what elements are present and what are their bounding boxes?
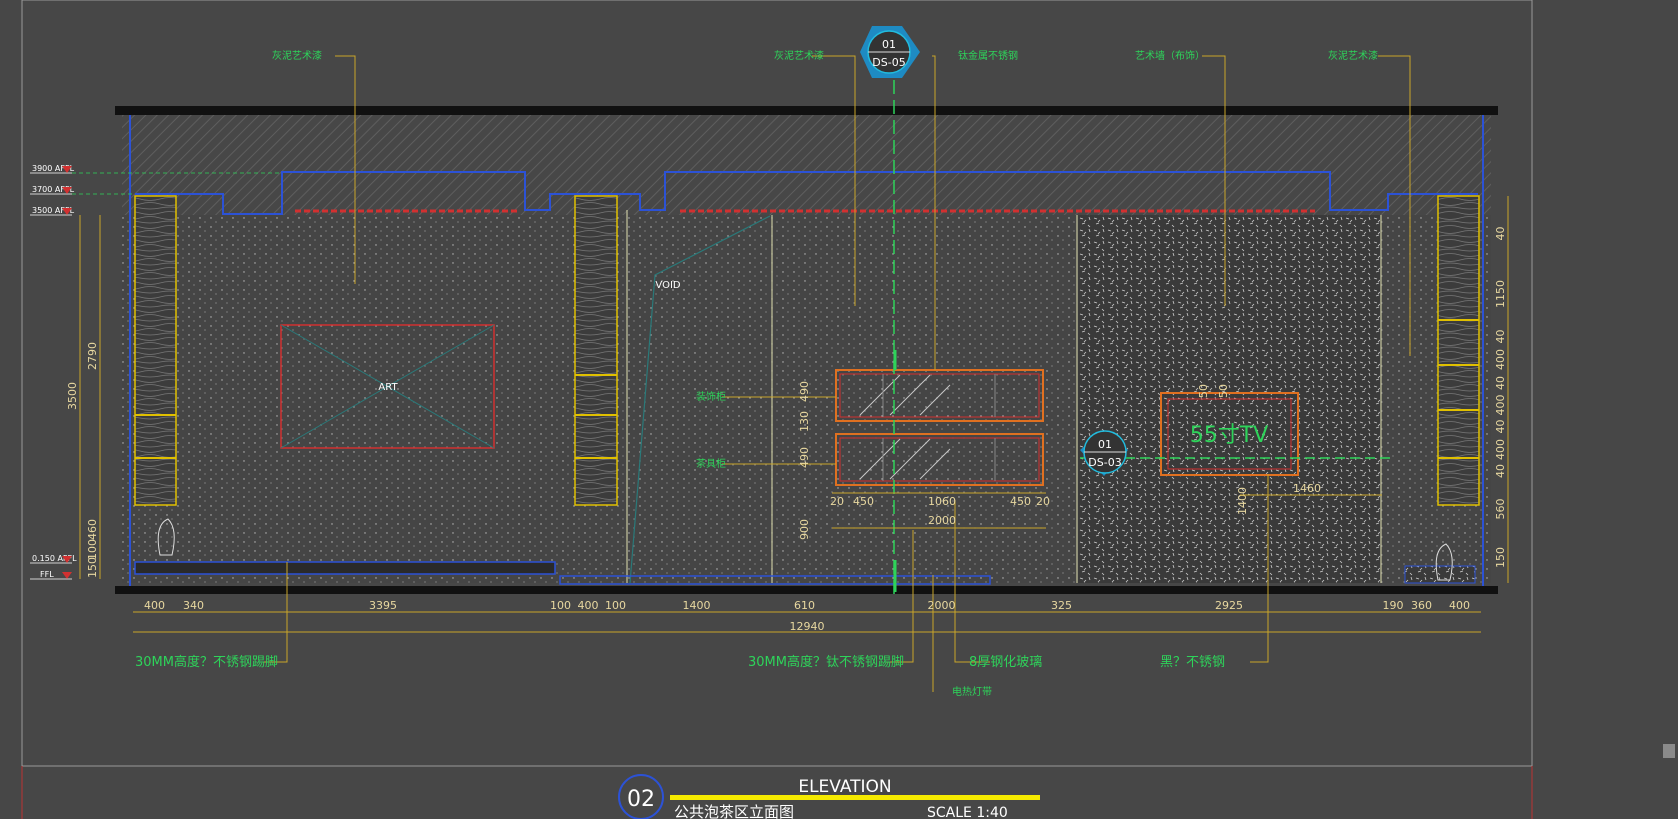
bottom-callout-2: 30MM高度？钛不锈钢踢脚 [748,654,904,670]
cabinet-dim-4: 900 [798,519,811,540]
bottom-dim-10: 325 [1051,599,1072,612]
bottom-dim-14: 400 [1449,599,1470,612]
right-dim-7: 40 [1494,420,1507,434]
bottom-callout-3: 8厚钢化玻璃 [969,655,1042,670]
ceiling-hatch [122,115,1491,215]
ceiling-slab [115,106,1498,115]
elevation-drawing: 01 DS-05 01 DS-03 ART VOID 55寸TV 灰泥艺术漆 灰… [21,0,1533,819]
section-b-ref: DS-03 [1088,456,1121,469]
left-dim-1: 3500 [66,382,79,410]
bottom-callout-5: 电热灯带 [952,685,992,698]
cabinet-dim-3: 490 [798,447,811,468]
bottom-dim-6: 100 [605,599,626,612]
right-dim-8: 400 [1494,439,1507,460]
tv-dim-2: 50 [1217,384,1230,398]
bottom-callout-1: 30MM高度？不锈钢踢脚 [135,654,278,670]
scrollbar-thumb[interactable] [1663,744,1675,758]
cabinet-dim-2: 130 [798,411,811,432]
section-marker-a: 01 DS-05 [860,26,920,78]
bottom-callout-4: 黑？不锈钢 [1160,655,1225,670]
cabinet-dim-8: 450 [1010,495,1031,508]
drawing-title-cn: 公共泡茶区立面图 [674,803,794,819]
cabinet-dim-10: 2000 [928,514,956,527]
right-dim-11: 150 [1494,547,1507,568]
left-dim-2: 2790 [86,342,99,370]
right-dim-9: 40 [1494,464,1507,478]
bottom-dim-5: 400 [578,599,599,612]
bottom-dim-12: 190 [1383,599,1404,612]
drawing-scale: SCALE 1:40 [927,805,1008,819]
cabinet-dim-7: 1060 [928,495,956,508]
top-callout-1: 灰泥艺术漆 [272,49,322,62]
tv-dim-1: 50 [1197,384,1210,398]
bottom-dim-3: 3395 [369,599,397,612]
vertical-scrollbar[interactable] [1660,0,1678,819]
right-dim-1: 40 [1494,227,1507,241]
section-a-ref: DS-05 [872,56,905,69]
right-dim-4: 400 [1494,349,1507,370]
cabinet-dim-9: 20 [1036,495,1050,508]
void-label: VOID [655,280,680,291]
cabinet-dim-5: 20 [830,495,844,508]
cabinet-dim-1: 490 [798,381,811,402]
bottom-dim-4: 100 [550,599,571,612]
cabinet-callout-1: 装饰柜 [696,390,726,403]
tv-dim-4: 1400 [1236,487,1249,515]
left-dim-5: 150 [86,557,99,578]
top-callout-5: 灰泥艺术漆 [1328,49,1378,62]
right-dim-3: 40 [1494,330,1507,344]
level-4: 0.150 AFFL [32,554,77,563]
right-dim-5: 40 [1494,376,1507,390]
cabinet-callout-2: 茶具柜 [696,457,726,470]
bottom-dim-9: 2000 [928,599,956,612]
section-b-number: 01 [1098,438,1112,451]
cabinet-dim-6: 450 [853,495,874,508]
bottom-dim-2: 340 [183,599,204,612]
right-dim-6: 400 [1494,395,1507,416]
bottom-dim-11: 2925 [1215,599,1243,612]
art-label: ART [378,382,398,393]
top-callout-3: 钛金属不锈钢 [958,49,1018,62]
floor-slab [115,586,1498,594]
left-dim-4: 100 [86,539,99,560]
top-callout-2: 灰泥艺术漆 [774,49,824,62]
bottom-dim-8: 610 [794,599,815,612]
drawing-number: 02 [627,787,655,812]
total-dimension: 12940 [790,620,825,633]
top-callout-4: 艺术墙（布饰） [1135,49,1205,62]
drawing-title-en: ELEVATION [798,777,891,797]
bottom-dim-13: 360 [1411,599,1432,612]
tv-dim-3: 1460 [1293,482,1321,495]
bottom-dim-7: 1400 [683,599,711,612]
section-a-number: 01 [882,38,896,51]
right-dim-2: 1150 [1494,280,1507,308]
tv-label: 55寸TV [1190,423,1268,448]
left-dim-3: 460 [86,519,99,540]
bottom-dim-1: 400 [144,599,165,612]
level-5: FFL [40,570,54,579]
right-dim-10: 560 [1494,499,1507,520]
